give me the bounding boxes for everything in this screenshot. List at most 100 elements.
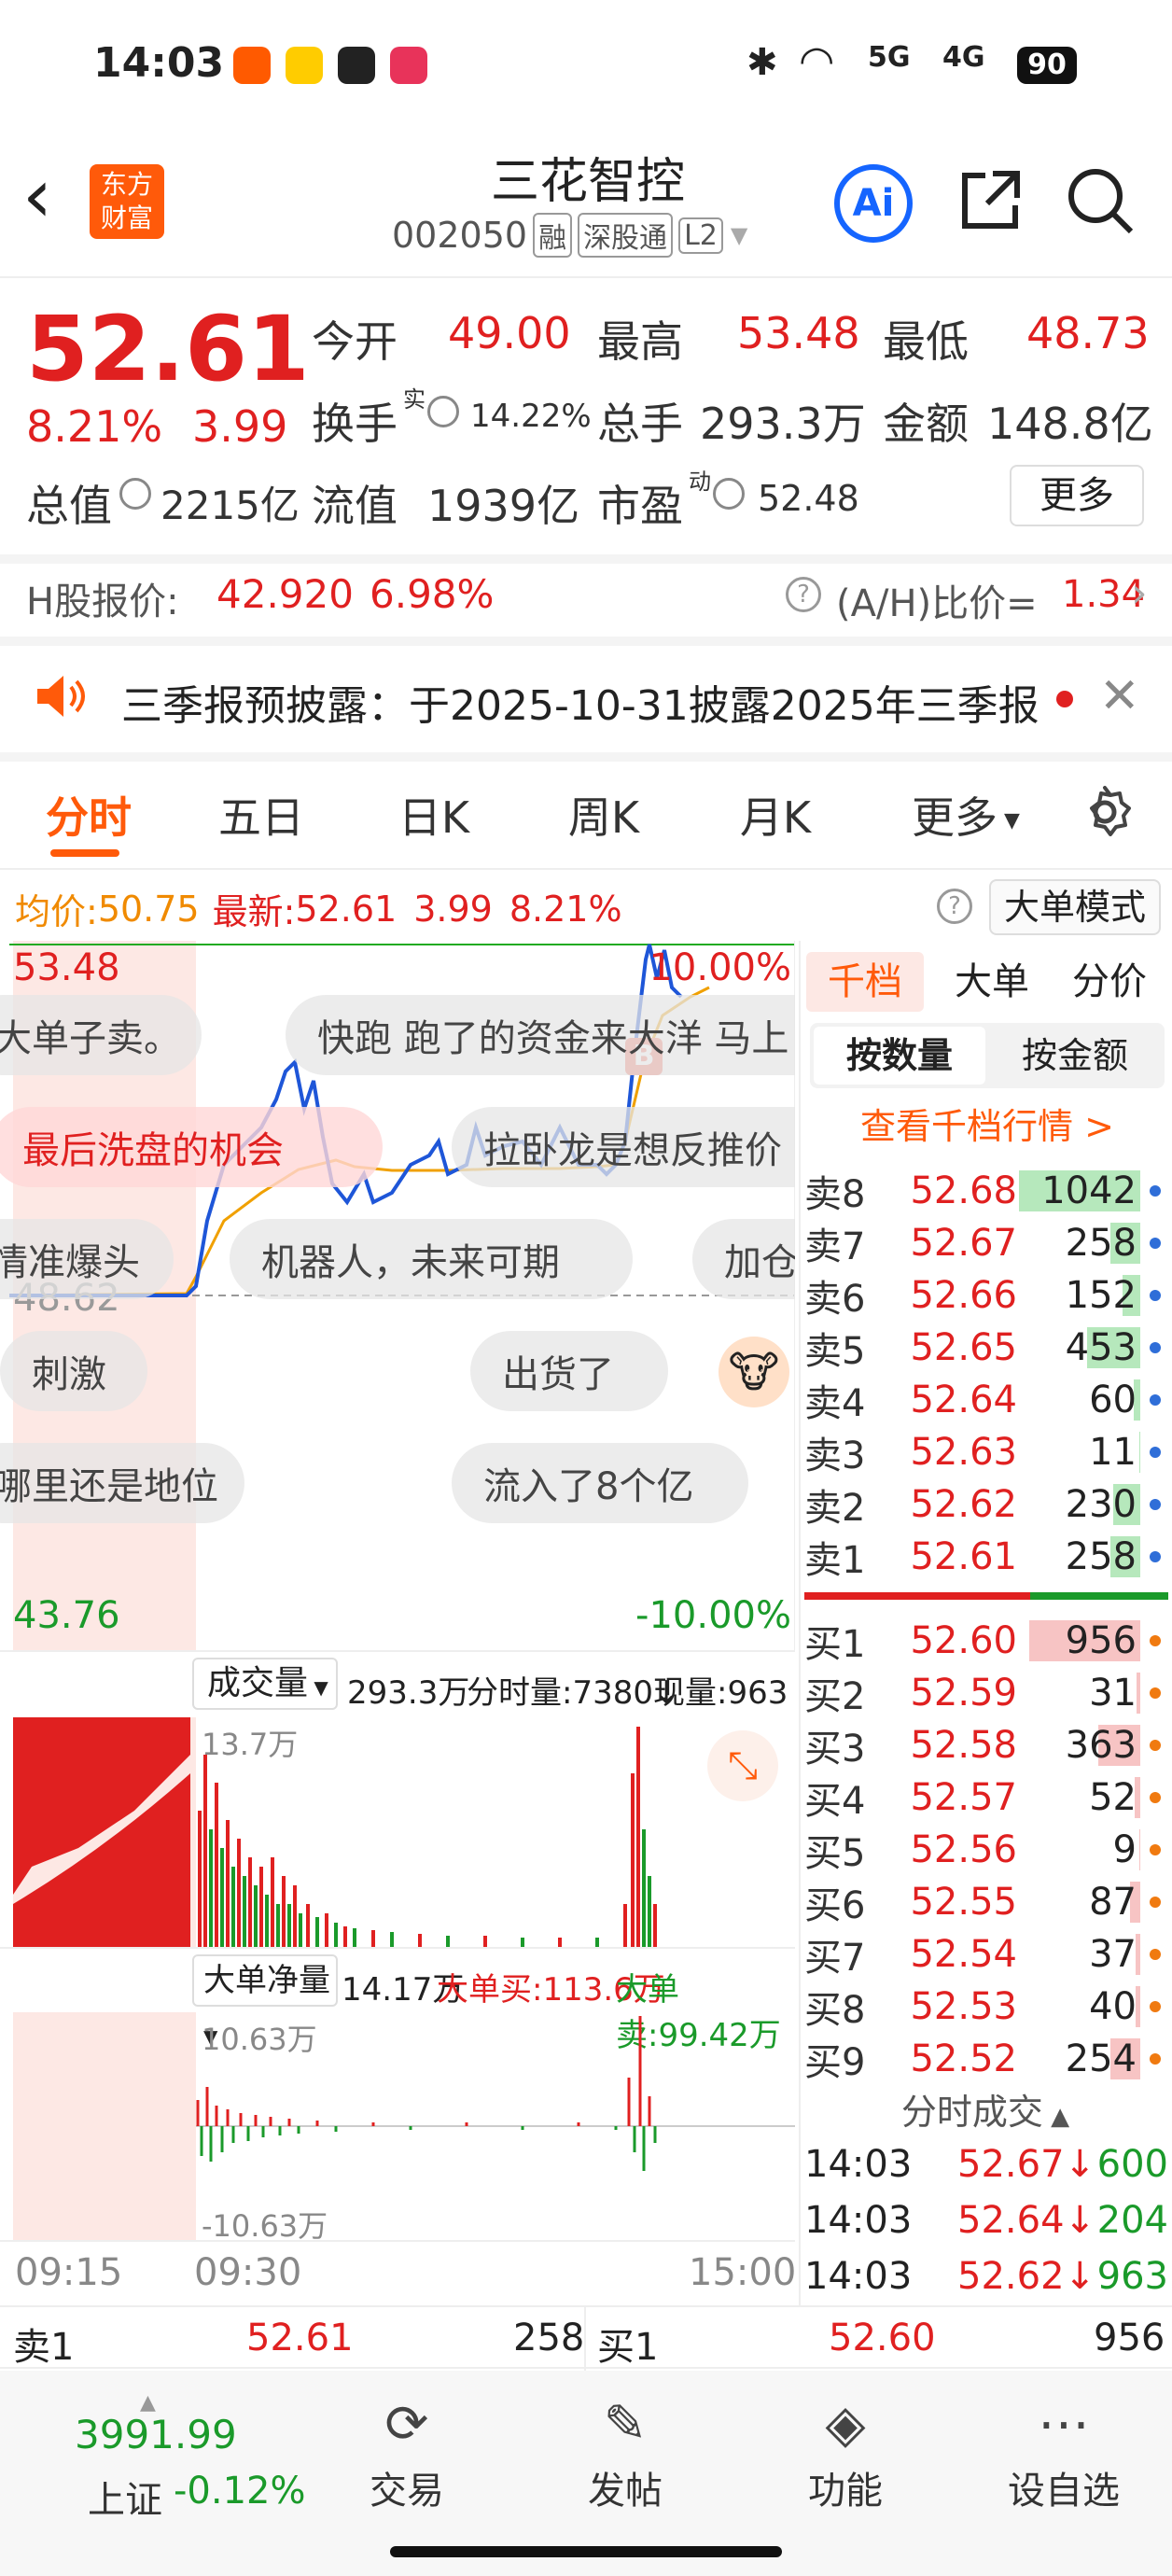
bid-row[interactable]: 买5 52.56 9 bbox=[804, 1824, 1168, 1876]
bid-row[interactable]: 买3 52.58 363 bbox=[804, 1719, 1168, 1771]
ask-price: 52.62 bbox=[910, 1483, 1017, 1526]
gear-icon[interactable] bbox=[1075, 782, 1135, 842]
bid-dot bbox=[1150, 1949, 1161, 1960]
bid-qty: 87 bbox=[1089, 1881, 1137, 1924]
stock-code-line[interactable]: 002050 融 深股通 L2 ▼ bbox=[392, 213, 747, 258]
nav-post[interactable]: ✎ 发帖 bbox=[551, 2389, 700, 2514]
turnover-value: 14.22% bbox=[470, 398, 592, 435]
signal-5g-icon: 5G bbox=[868, 41, 911, 74]
ask-label: 卖1 bbox=[804, 1539, 866, 1582]
pe-sup: 动 bbox=[689, 469, 711, 495]
ask-row[interactable]: 卖4 52.64 60 bbox=[804, 1374, 1168, 1426]
bid-row[interactable]: 买8 52.53 40 bbox=[804, 1981, 1168, 2033]
comment-bubble[interactable]: 加仓 bbox=[692, 1219, 795, 1299]
volume-selector[interactable]: 成交量 ▼ bbox=[192, 1658, 338, 1710]
ask-price: 52.64 bbox=[910, 1379, 1017, 1421]
info-icon[interactable] bbox=[119, 478, 151, 510]
ask-qty: 453 bbox=[1065, 1326, 1137, 1369]
comment-bubble[interactable]: 刺激 bbox=[0, 1331, 147, 1411]
mascot-icon[interactable]: 🐮 bbox=[719, 1337, 789, 1407]
ask-row[interactable]: 卖7 52.67 258 bbox=[804, 1217, 1168, 1269]
ticks-header[interactable]: 分时成交 ▲ bbox=[799, 2083, 1172, 2135]
pe-label: 市盈 bbox=[597, 481, 683, 531]
tab-intraday[interactable]: 分时 bbox=[28, 784, 149, 846]
low-value: 48.73 bbox=[1026, 308, 1150, 358]
search-icon[interactable] bbox=[1064, 164, 1138, 239]
close-icon[interactable]: ✕ bbox=[1099, 668, 1140, 724]
bigorder-chart[interactable]: 10.63万 -10.63万 bbox=[0, 2012, 795, 2240]
more-dots-icon: ⋯ bbox=[1038, 2394, 1090, 2455]
ask-row[interactable]: 卖5 52.65 453 bbox=[804, 1322, 1168, 1374]
bid-dot bbox=[1150, 1635, 1161, 1646]
info-icon[interactable] bbox=[713, 478, 745, 510]
bid-row[interactable]: 买7 52.54 37 bbox=[804, 1928, 1168, 1981]
comment-bubble[interactable]: 哪里还是地位 bbox=[0, 1443, 244, 1523]
comment-bubble[interactable]: 最后洗盘的机会 bbox=[0, 1107, 383, 1187]
stock-name: 三花智控 bbox=[490, 154, 685, 210]
more-button[interactable]: 更多 bbox=[1010, 465, 1144, 526]
bid-row[interactable]: 买9 52.52 254 bbox=[804, 2033, 1168, 2085]
low-label: 最低 bbox=[883, 316, 969, 367]
ob-tab-price[interactable]: 分价 bbox=[1058, 952, 1161, 1012]
ask-row[interactable]: 卖1 52.61 258 bbox=[804, 1531, 1168, 1583]
bid-price: 52.53 bbox=[910, 1985, 1017, 2028]
ask-row[interactable]: 卖2 52.62 230 bbox=[804, 1478, 1168, 1531]
volume-chart[interactable]: 13.7万 ⤡ bbox=[0, 1717, 795, 1947]
tick-price: 52.64↓ bbox=[957, 2199, 1096, 2242]
tab-daily[interactable]: 日K bbox=[373, 784, 495, 846]
share-icon[interactable] bbox=[957, 166, 1025, 233]
current-price: 52.61 bbox=[26, 297, 310, 401]
comment-bubble[interactable]: 出货了 bbox=[470, 1331, 668, 1411]
notice-text[interactable]: 三季报预披露：于2025-10-31披露2025年三季报 bbox=[121, 672, 1039, 732]
nav-functions[interactable]: ◈ 功能 bbox=[771, 2389, 920, 2514]
tab-weekly[interactable]: 周K bbox=[543, 784, 664, 846]
ask-row[interactable]: 卖3 52.63 11 bbox=[804, 1426, 1168, 1478]
comment-bubble[interactable]: 大单子卖。 bbox=[0, 995, 202, 1075]
index-widget[interactable]: ▲ 3991.99 上证 -0.12% bbox=[37, 2391, 336, 2539]
tab-monthly[interactable]: 月K bbox=[715, 784, 836, 846]
ask-qty: 258 bbox=[1065, 1222, 1137, 1265]
help-icon[interactable]: ? bbox=[786, 577, 821, 612]
ai-button[interactable]: Ai bbox=[834, 164, 913, 243]
bid-dot bbox=[1150, 1897, 1161, 1908]
volume-label: 总手 bbox=[597, 399, 683, 449]
tag-connect: 深股通 bbox=[578, 213, 674, 258]
big-order-mode-button[interactable]: 大单模式 bbox=[989, 879, 1161, 935]
tab-five-day[interactable]: 五日 bbox=[196, 784, 327, 846]
expand-icon[interactable]: ⤡ bbox=[707, 1730, 778, 1801]
by-quantity-button[interactable]: 按数量 bbox=[814, 1027, 985, 1085]
bid-price: 52.54 bbox=[910, 1933, 1017, 1976]
bid-row[interactable]: 买1 52.60 956 bbox=[804, 1615, 1168, 1667]
bid-row[interactable]: 买4 52.57 52 bbox=[804, 1771, 1168, 1824]
depth-link[interactable]: 查看千档行情 > bbox=[801, 1098, 1172, 1149]
bigorder-selector[interactable]: 大单净量 ▼ bbox=[192, 1954, 338, 2048]
comment-bubble[interactable]: 快跑 跑了的资金来大洋 马上 bbox=[286, 995, 795, 1075]
nav-trade[interactable]: ⟳ 交易 bbox=[332, 2389, 481, 2514]
nav-watchlist[interactable]: ⋯ 设自选 bbox=[989, 2389, 1138, 2514]
ask-row[interactable]: 卖6 52.66 152 bbox=[804, 1269, 1168, 1322]
tick-price: 52.62↓ bbox=[957, 2255, 1096, 2298]
tab-more[interactable]: 更多 ▼ bbox=[896, 784, 1036, 846]
back-button[interactable]: ‹ bbox=[22, 159, 52, 233]
ob-tab-big[interactable]: 大单 bbox=[941, 952, 1043, 1012]
ask-label: 卖6 bbox=[804, 1278, 866, 1321]
comment-bubble[interactable]: 情准爆头 bbox=[0, 1219, 174, 1299]
bid-label: 买8 bbox=[804, 1989, 866, 2032]
bid-price: 52.58 bbox=[910, 1724, 1017, 1767]
ask-row[interactable]: 卖8 52.68 1042 bbox=[804, 1165, 1168, 1217]
bid-qty: 52 bbox=[1089, 1776, 1137, 1819]
help-icon[interactable]: ? bbox=[937, 889, 972, 924]
info-icon[interactable] bbox=[427, 396, 459, 427]
hshare-pct: 6.98% bbox=[370, 571, 495, 617]
comment-bubble[interactable]: 机器人，未来可期 bbox=[230, 1219, 633, 1299]
bid-dot bbox=[1150, 1687, 1161, 1699]
speaker-icon bbox=[32, 668, 88, 724]
by-amount-button[interactable]: 按金额 bbox=[989, 1027, 1161, 1085]
ob-tab-depth[interactable]: 千档 bbox=[806, 952, 924, 1012]
comment-bubble[interactable]: 拉卧龙是想反推价 bbox=[452, 1107, 795, 1187]
chevron-right-icon[interactable]: › bbox=[1131, 569, 1148, 617]
tag-margin: 融 bbox=[533, 213, 573, 258]
comment-bubble[interactable]: 流入了8个亿 bbox=[452, 1443, 748, 1523]
bid-row[interactable]: 买6 52.55 87 bbox=[804, 1876, 1168, 1928]
bid-row[interactable]: 买2 52.59 31 bbox=[804, 1667, 1168, 1719]
